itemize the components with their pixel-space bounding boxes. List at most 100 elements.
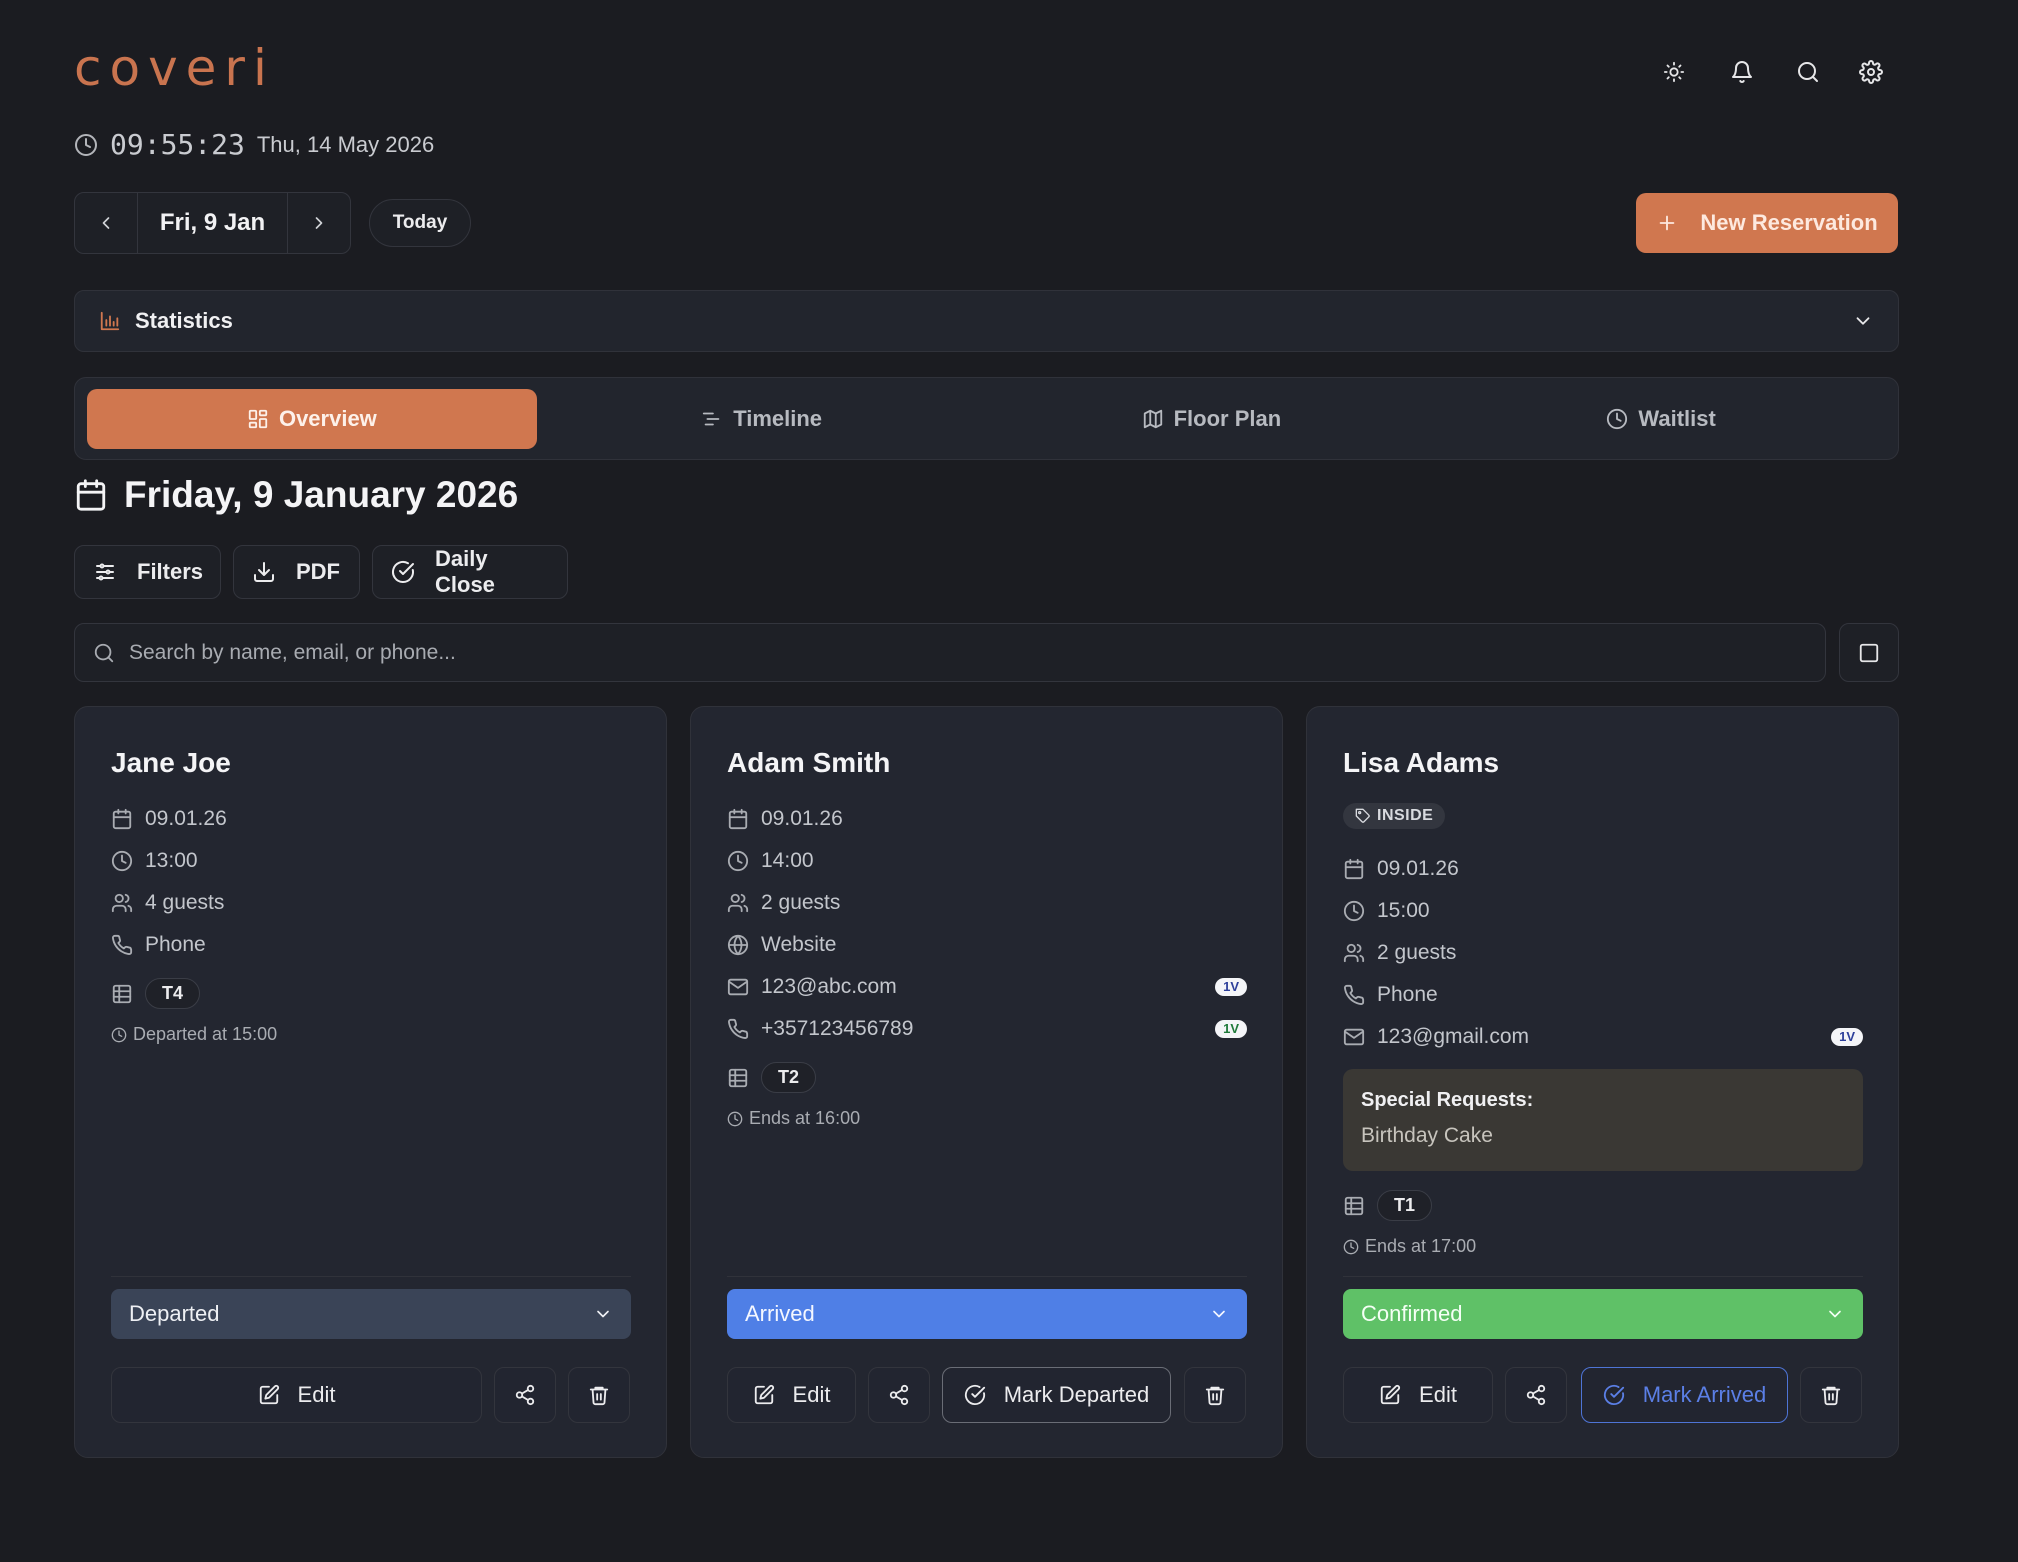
share-icon [1526, 1384, 1546, 1406]
booking-source: Website [761, 933, 837, 956]
table-chip[interactable]: T1 [1377, 1190, 1433, 1221]
square-icon [1859, 643, 1879, 662]
area-tag-label: INSIDE [1377, 807, 1434, 824]
tab-waitlist[interactable]: Waitlist [1436, 389, 1886, 449]
gear-icon[interactable] [1853, 54, 1889, 90]
tab-floor-plan[interactable]: Floor Plan [987, 389, 1437, 449]
daily-close-label: Daily Close [435, 546, 495, 597]
share-button[interactable] [1505, 1367, 1567, 1423]
mark-departed-button[interactable]: Mark Departed [942, 1367, 1171, 1423]
trash-icon [589, 1386, 609, 1406]
download-icon [252, 560, 276, 584]
clock-date: Thu, 14 May 2026 [256, 131, 435, 157]
guest-count: 4 guests [145, 891, 225, 914]
select-all-checkbox[interactable] [1839, 623, 1899, 682]
map-icon [1142, 408, 1164, 430]
users-icon [111, 893, 133, 913]
share-button[interactable] [868, 1367, 930, 1423]
check-circle-icon [964, 1384, 985, 1405]
status-select[interactable]: Departed [111, 1289, 631, 1339]
tab-label: Timeline [733, 405, 823, 431]
search-icon [93, 642, 115, 664]
edit-icon [1380, 1384, 1401, 1405]
reservation-card: Adam Smith 09.01.26 14:00 2 guests Websi… [690, 706, 1283, 1458]
edit-button[interactable]: Edit [1343, 1367, 1493, 1423]
selected-date-label[interactable]: Fri, 9 Jan [137, 193, 288, 253]
chevron-left-icon [102, 217, 110, 229]
new-reservation-button[interactable]: New Reservation [1636, 193, 1898, 253]
guest-email[interactable]: 123@gmail.com [1377, 1025, 1819, 1049]
search-icon[interactable] [1790, 54, 1826, 90]
pdf-button[interactable]: PDF [233, 545, 360, 599]
calendar-icon [1344, 858, 1364, 880]
status-note-text: Ends at 17:00 [1365, 1236, 1477, 1256]
bell-icon[interactable] [1724, 54, 1760, 90]
new-reservation-label: New Reservation [1700, 210, 1878, 235]
clock-icon [111, 1027, 127, 1042]
current-clock: 09:55:23 Thu, 14 May 2026 [74, 128, 434, 161]
status-note-text: Ends at 16:00 [749, 1108, 861, 1128]
edit-button[interactable]: Edit [111, 1367, 482, 1423]
globe-icon [727, 934, 749, 956]
date-row: 09.01.26 [1343, 857, 1863, 881]
status-select[interactable]: Confirmed [1343, 1289, 1863, 1339]
table-icon [1344, 1196, 1364, 1215]
chevron-right-icon [315, 217, 323, 229]
next-day-button[interactable] [288, 193, 350, 253]
phone-icon [728, 1018, 749, 1039]
reservation-card: Jane Joe 09.01.26 13:00 4 guests Phone T… [74, 706, 667, 1458]
chevron-down-icon [1852, 310, 1874, 332]
guest-count: 2 guests [761, 891, 841, 914]
mark-arrived-button[interactable]: Mark Arrived [1581, 1367, 1788, 1423]
delete-button[interactable] [568, 1367, 630, 1423]
edit-icon [259, 1384, 279, 1405]
daily-close-button[interactable]: Daily Close [372, 545, 568, 599]
special-requests: Special Requests: Birthday Cake [1343, 1069, 1863, 1171]
table-chip[interactable]: T4 [145, 978, 201, 1009]
table-chip[interactable]: T2 [761, 1062, 817, 1093]
prev-day-button[interactable] [75, 193, 137, 253]
tab-overview[interactable]: Overview [87, 388, 537, 449]
statistics-panel[interactable]: Statistics [74, 290, 1899, 352]
tab-label: Overview [278, 405, 377, 431]
table-row: T2 [727, 1062, 1247, 1093]
tab-timeline[interactable]: Timeline [537, 389, 987, 449]
visit-badge: 1V [1215, 978, 1247, 996]
edit-button[interactable]: Edit [727, 1367, 856, 1423]
source-row: Phone [111, 933, 631, 957]
time-row: 15:00 [1343, 899, 1863, 923]
search-input[interactable] [129, 640, 1807, 665]
status-select[interactable]: Arrived [727, 1289, 1247, 1339]
delete-button[interactable] [1800, 1367, 1862, 1423]
phone-row: +357123456789 1V [727, 1017, 1247, 1041]
clock-icon [74, 133, 98, 157]
table-icon [112, 984, 132, 1003]
filters-button[interactable]: Filters [74, 545, 221, 599]
reservation-time: 14:00 [761, 849, 814, 872]
visit-badge: 1V [1831, 1028, 1863, 1046]
divider [111, 1276, 631, 1277]
timeline-icon [701, 408, 723, 430]
delete-button[interactable] [1184, 1367, 1246, 1423]
guest-name: Lisa Adams [1343, 747, 1500, 778]
share-icon [515, 1384, 535, 1406]
guest-name: Adam Smith [727, 747, 891, 778]
app-logo: coveri [74, 39, 275, 97]
sun-icon[interactable] [1656, 54, 1692, 90]
visit-badge: 1V [1215, 1020, 1247, 1038]
clock-icon [1343, 1239, 1359, 1254]
guest-count: 2 guests [1377, 941, 1457, 964]
date-row: 09.01.26 [111, 807, 631, 831]
share-button[interactable] [494, 1367, 556, 1423]
reservation-time: 15:00 [1377, 899, 1430, 922]
guest-phone[interactable]: +357123456789 [761, 1017, 1203, 1041]
guest-email[interactable]: 123@abc.com [761, 975, 1203, 999]
page-title: Friday, 9 January 2026 [124, 474, 519, 515]
reservation-date: 09.01.26 [761, 807, 843, 830]
guests-row: 2 guests [1343, 941, 1863, 965]
divider [727, 1276, 1247, 1277]
edit-icon [754, 1384, 774, 1405]
today-button[interactable]: Today [369, 199, 471, 247]
phone-icon [112, 934, 133, 955]
share-icon [889, 1384, 909, 1406]
